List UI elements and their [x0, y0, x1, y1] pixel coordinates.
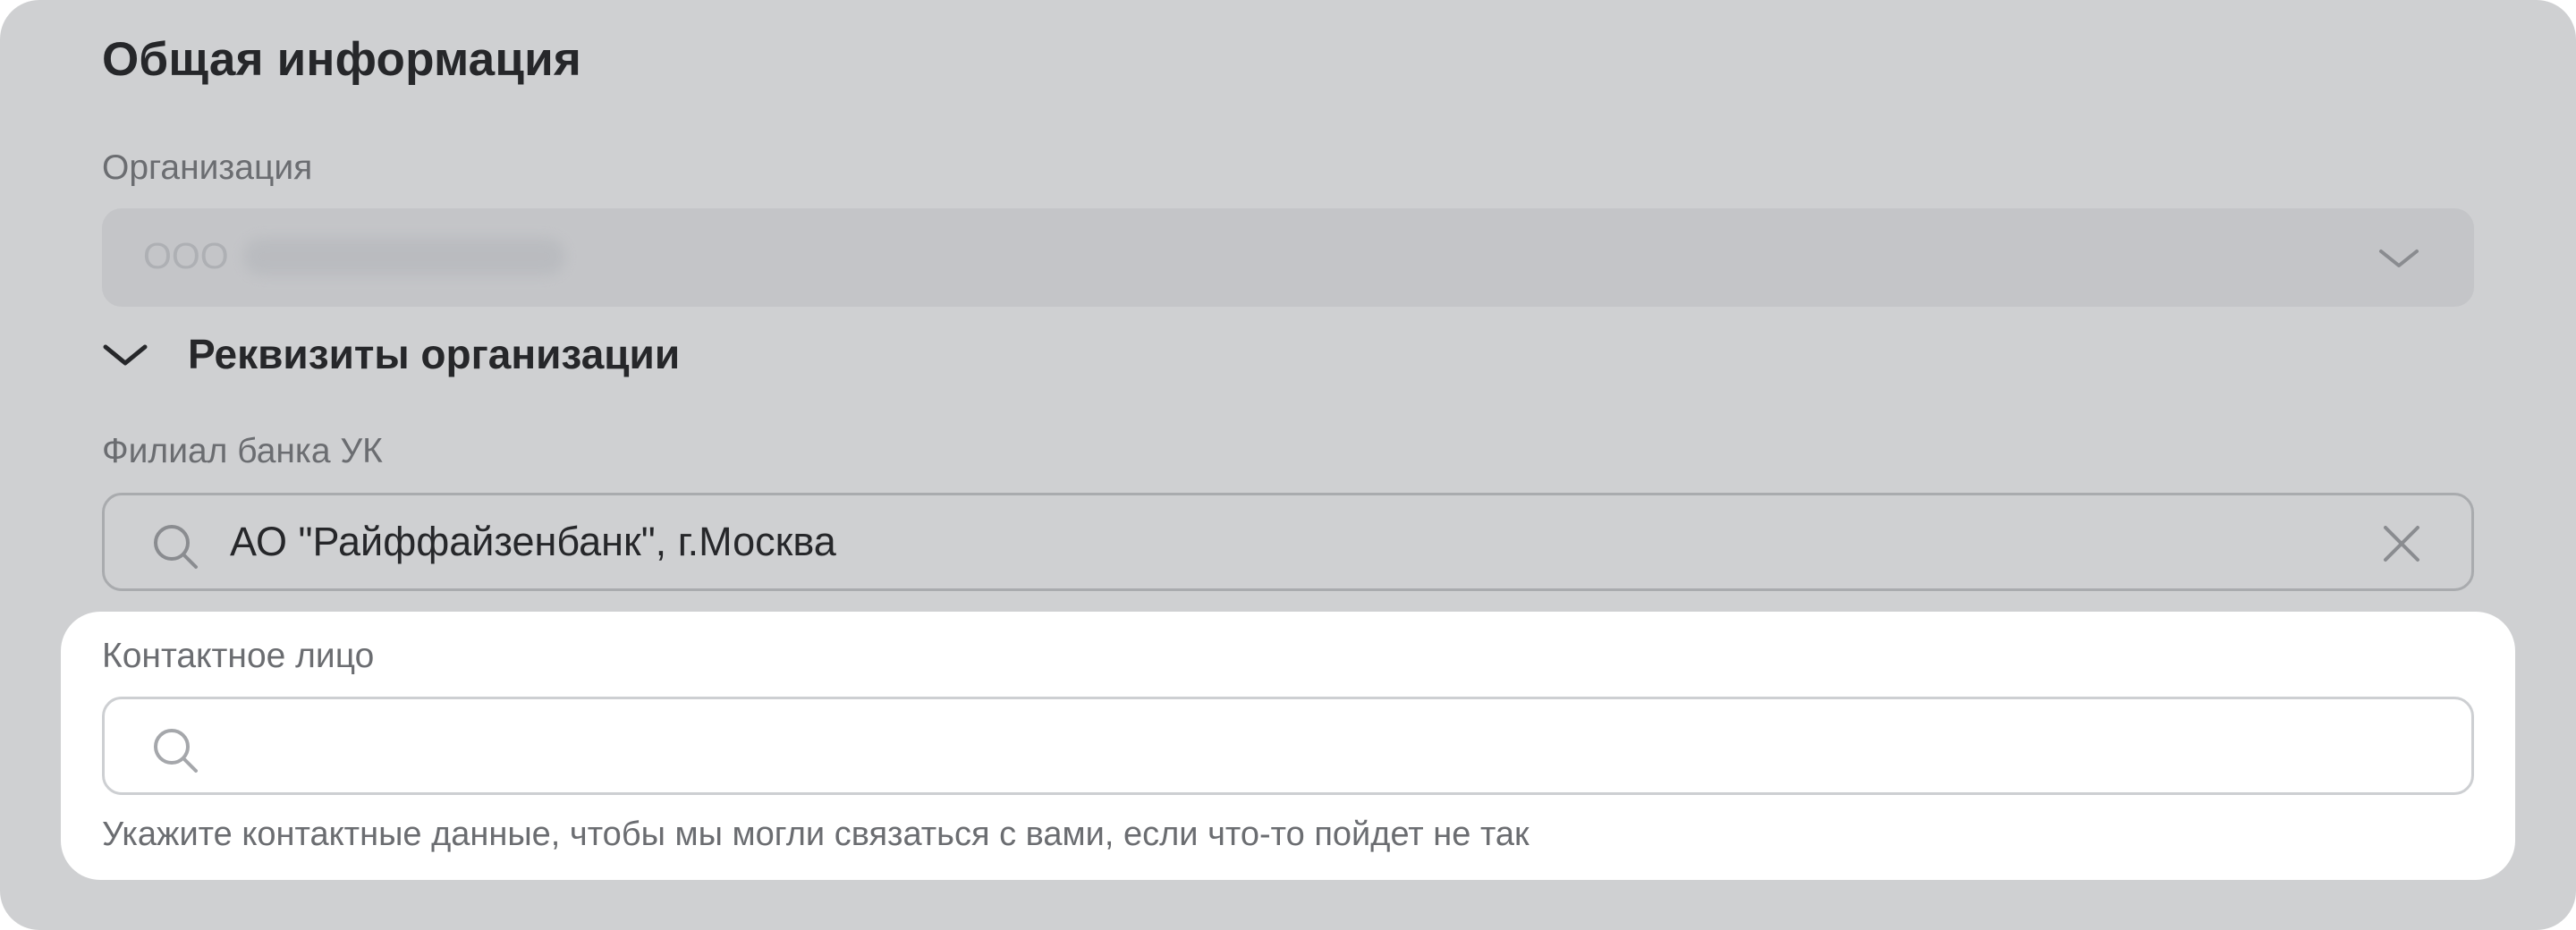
contact-person-label: Контактное лицо: [102, 637, 375, 675]
contact-person-hint: Укажите контактные данные, чтобы мы могл…: [102, 816, 1530, 853]
organization-value-prefix: ООО: [143, 235, 229, 276]
bank-branch-input[interactable]: АО "Райффайзенбанк", г.Москва: [102, 493, 2474, 591]
contact-person-field[interactable]: [230, 714, 2416, 780]
section-title: Общая информация: [102, 33, 582, 86]
requisites-toggle[interactable]: Реквизиты организации: [102, 327, 680, 381]
chevron-down-icon: [103, 344, 148, 366]
contact-person-input[interactable]: [102, 697, 2474, 795]
search-icon: [154, 525, 198, 569]
bank-branch-value: АО "Райффайзенбанк", г.Москва: [230, 519, 836, 564]
requisites-label: Реквизиты организации: [188, 331, 681, 377]
close-icon[interactable]: [2382, 524, 2421, 563]
contact-person-panel: Контактное лицо Укажите контактные данны…: [61, 612, 2515, 880]
organization-select[interactable]: ООО: [102, 208, 2474, 307]
organization-value: ООО: [143, 235, 565, 277]
organization-name-redacted: [242, 237, 565, 275]
chevron-down-icon: [2379, 249, 2419, 267]
organization-label: Организация: [102, 148, 313, 187]
bank-branch-label: Филиал банка УК: [102, 432, 383, 470]
general-info-card: Общая информация Организация ООО Реквизи…: [0, 0, 2576, 930]
search-icon: [154, 729, 198, 773]
